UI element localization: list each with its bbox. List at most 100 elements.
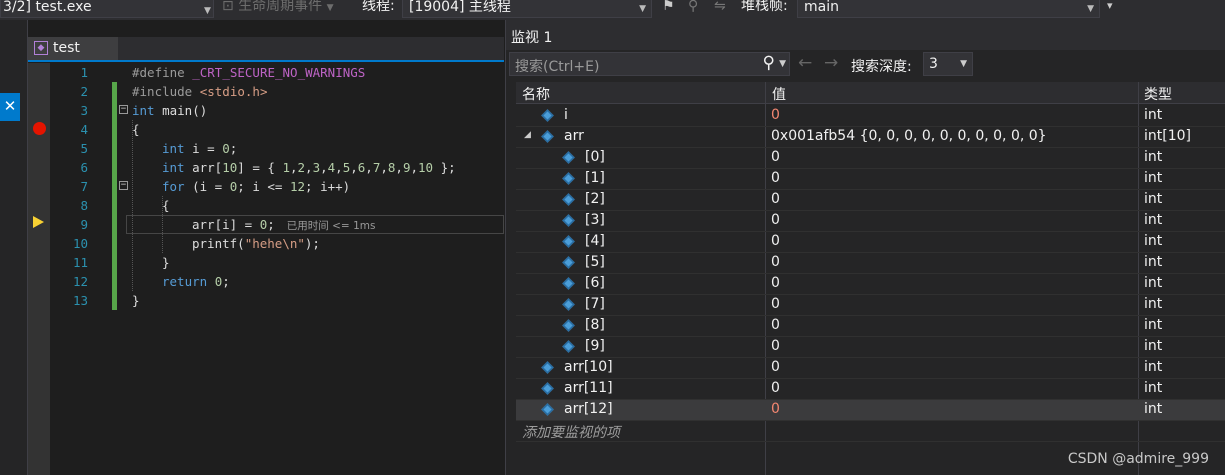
group-icon[interactable]: ⇋ xyxy=(714,0,726,16)
watch-row-name: [4] xyxy=(585,233,605,249)
line-number: 11 xyxy=(72,255,88,270)
line-number: 9 xyxy=(80,217,88,232)
chevron-down-icon: ▼ xyxy=(639,4,646,14)
add-watch-placeholder[interactable]: 添加要监视的项 xyxy=(522,422,620,442)
debug-toolbar: 3/2] test.exe ▼ ⊡ 生命周期事件 ▼ 线程: [19004] 主… xyxy=(0,0,1225,20)
watermark: CSDN @admire_999 xyxy=(1067,451,1209,467)
line-number: 10 xyxy=(72,236,88,251)
watch-row-value[interactable]: 0 xyxy=(771,380,780,396)
watch-row[interactable]: [8] 0 int xyxy=(516,316,1225,337)
watch-row-name: arr[11] xyxy=(564,380,613,396)
watch-row[interactable]: [3] 0 int xyxy=(516,211,1225,232)
watch-row-value[interactable]: 0x001afb54 {0, 0, 0, 0, 0, 0, 0, 0, 0, 0… xyxy=(771,128,1047,144)
watch-row-value[interactable]: 0 xyxy=(771,191,780,207)
glyph-margin[interactable] xyxy=(28,63,50,475)
watch-row[interactable]: i 0 int xyxy=(516,106,1225,127)
watch-row-value[interactable]: 0 xyxy=(771,317,780,333)
breakpoint-icon[interactable] xyxy=(33,122,46,135)
code-area[interactable]: 1 #define _CRT_SECURE_NO_WARNINGS 2 #inc… xyxy=(50,63,504,475)
watch-row[interactable]: [4] 0 int xyxy=(516,232,1225,253)
watch-row-type: int xyxy=(1144,170,1163,186)
column-header-value[interactable]: 值 xyxy=(772,84,786,104)
watch-row[interactable]: arr[11] 0 int xyxy=(516,379,1225,400)
watch-row-name: [1] xyxy=(585,170,605,186)
add-watch-row[interactable]: 添加要监视的项 xyxy=(516,421,1225,442)
variable-icon xyxy=(562,319,575,332)
variable-icon xyxy=(541,382,554,395)
watch-row[interactable]: ◢ arr 0x001afb54 {0, 0, 0, 0, 0, 0, 0, 0… xyxy=(516,127,1225,148)
watch-row-selected[interactable]: arr[12] 0 int xyxy=(516,400,1225,421)
watch-row[interactable]: [6] 0 int xyxy=(516,274,1225,295)
watch-row-type: int xyxy=(1144,107,1163,123)
thread-label: 线程: xyxy=(362,0,395,14)
variable-icon xyxy=(541,130,554,143)
watch-row-name: [0] xyxy=(585,149,605,165)
watch-row-value[interactable]: 0 xyxy=(771,212,780,228)
toolbar-overflow-icon[interactable]: ▾ xyxy=(1107,0,1113,16)
tab-label: test xyxy=(53,40,80,56)
collapse-icon[interactable]: − xyxy=(119,105,128,114)
line-number: 13 xyxy=(72,293,88,308)
watch-row-value[interactable]: 0 xyxy=(771,338,780,354)
watch-row-value[interactable]: 0 xyxy=(771,401,780,417)
watch-row-value[interactable]: 0 xyxy=(771,149,780,165)
watch-row-value[interactable]: 0 xyxy=(771,170,780,186)
watch-row-value[interactable]: 0 xyxy=(771,275,780,291)
line-number: 2 xyxy=(80,84,88,99)
watch-row-type: int xyxy=(1144,401,1163,417)
watch-row-value[interactable]: 0 xyxy=(771,233,780,249)
watch-row-value[interactable]: 0 xyxy=(771,254,780,270)
search-icon[interactable]: ⚲ xyxy=(763,53,775,73)
column-header-name[interactable]: 名称 xyxy=(522,84,550,104)
stackframe-selector[interactable]: main ▼ xyxy=(797,0,1100,18)
expanded-triangle-icon[interactable]: ◢ xyxy=(524,130,531,140)
chevron-down-icon[interactable]: ▼ xyxy=(779,59,786,69)
watch-row-value[interactable]: 0 xyxy=(771,296,780,312)
process-selector[interactable]: 3/2] test.exe ▼ xyxy=(0,0,214,18)
watch-row[interactable]: [9] 0 int xyxy=(516,337,1225,358)
cpp-file-icon: ◆ xyxy=(34,41,48,55)
watch-row-type: int xyxy=(1144,233,1163,249)
collapse-icon[interactable]: − xyxy=(119,181,128,190)
watch-row[interactable]: arr[10] 0 int xyxy=(516,358,1225,379)
watch-search-input[interactable]: 搜索(Ctrl+E) ⚲ ▼ xyxy=(509,52,790,76)
current-code-line: 9 arr[i] = 0; 已用时间 <= 1ms xyxy=(50,215,504,234)
watch-row-value[interactable]: 0 xyxy=(771,107,780,123)
close-icon[interactable]: ✕ xyxy=(0,93,20,119)
watch-row[interactable]: [0] 0 int xyxy=(516,148,1225,169)
watch-row-name: [6] xyxy=(585,275,605,291)
tab-test[interactable]: ◆ test xyxy=(28,37,118,60)
line-number: 8 xyxy=(80,198,88,213)
search-placeholder: 搜索(Ctrl+E) xyxy=(515,59,600,75)
variable-icon xyxy=(562,256,575,269)
watch-row[interactable]: [2] 0 int xyxy=(516,190,1225,211)
variable-icon xyxy=(562,193,575,206)
watch-row-value[interactable]: 0 xyxy=(771,359,780,375)
search-next-icon[interactable]: → xyxy=(824,53,838,73)
code-line: 1 #define _CRT_SECURE_NO_WARNINGS xyxy=(50,63,504,82)
watch-row-type: int xyxy=(1144,149,1163,165)
watch-row[interactable]: [5] 0 int xyxy=(516,253,1225,274)
watch-row-type: int xyxy=(1144,275,1163,291)
flag-thread-icon[interactable]: ⚑ xyxy=(662,0,675,16)
line-number: 7 xyxy=(80,179,88,194)
lifecycle-events-button[interactable]: ⊡ 生命周期事件 ▼ xyxy=(222,0,334,18)
chevron-down-icon: ▼ xyxy=(204,6,211,16)
watch-row[interactable]: [1] 0 int xyxy=(516,169,1225,190)
search-depth-select[interactable]: 3 ▼ xyxy=(923,52,973,76)
search-previous-icon[interactable]: ← xyxy=(798,53,812,73)
column-header-type[interactable]: 类型 xyxy=(1144,84,1172,104)
variable-icon xyxy=(562,277,575,290)
watch-row-name: arr[10] xyxy=(564,359,613,375)
line-number: 1 xyxy=(80,65,88,80)
filter-icon[interactable]: ⚲ xyxy=(688,0,698,16)
variable-icon xyxy=(562,172,575,185)
code-line: 6 int arr[10] = { 1,2,3,4,5,6,7,8,9,10 }… xyxy=(50,158,504,177)
variable-icon xyxy=(541,361,554,374)
code-line: 11 } xyxy=(50,253,504,272)
watch-row-name: arr[12] xyxy=(564,401,613,417)
watch-row-type: int xyxy=(1144,338,1163,354)
thread-selector[interactable]: [19004] 主线程 ▼ xyxy=(402,0,652,18)
process-label: 3/2] test.exe xyxy=(3,0,92,15)
watch-row[interactable]: [7] 0 int xyxy=(516,295,1225,316)
